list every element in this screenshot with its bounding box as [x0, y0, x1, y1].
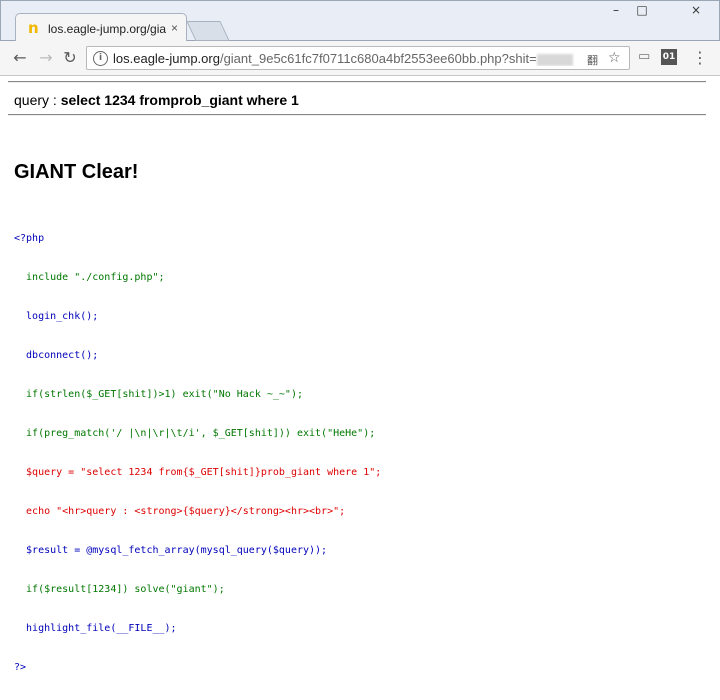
reload-button[interactable]: ↻	[60, 48, 80, 68]
info-icon[interactable]: i	[93, 51, 108, 66]
code-line: if(strlen($_GET[shit])>1) exit("No Hack …	[14, 389, 303, 400]
redacted-param	[536, 53, 573, 66]
code-line: $query = "select 1234 from{$_GET[shit]}p…	[14, 467, 382, 478]
url-path: /giant_9e5c61fc7f0711c680a4bf2553ee60bb.…	[219, 51, 537, 66]
address-bar[interactable]: i los.eagle-jump.org/giant_9e5c61fc7f071…	[86, 46, 630, 70]
close-window-button[interactable]: ×	[685, 3, 707, 19]
tab-close-icon[interactable]: ×	[171, 21, 178, 35]
query-label: query :	[14, 92, 61, 108]
page-content: query : select 1234 fromprob_giant where…	[0, 76, 720, 673]
url-host: los.eagle-jump.org	[113, 51, 220, 66]
code-line: include "./config.php";	[14, 272, 165, 283]
browser-toolbar: ← → ↻ i los.eagle-jump.org/giant_9e5c61f…	[0, 41, 720, 76]
code-line: if(preg_match('/ |\n|\r|\t/i', $_GET[shi…	[14, 428, 376, 439]
code-line: login_chk();	[14, 311, 99, 322]
source-code-block: <?php include "./config.php"; login_chk(…	[14, 206, 381, 700]
browser-tab[interactable]: n los.eagle-jump.org/giant ×	[15, 13, 187, 43]
code-line: dbconnect();	[14, 350, 99, 361]
query-value: select 1234 fromprob_giant where 1	[60, 92, 299, 108]
extension-icon[interactable]: ▭	[638, 49, 650, 64]
maximize-button[interactable]: □	[631, 3, 653, 19]
extension-01-icon[interactable]: 01	[661, 49, 677, 65]
tab-title: los.eagle-jump.org/giant	[48, 22, 166, 36]
menu-icon[interactable]: ⋮	[690, 48, 710, 68]
clear-heading: GIANT Clear!	[14, 161, 139, 183]
code-line: echo "<hr>query : <strong>{$query}</stro…	[14, 506, 346, 517]
title-bar: n los.eagle-jump.org/giant × – □ ×	[0, 0, 720, 43]
site-favicon-icon: n	[28, 19, 39, 37]
new-tab-button[interactable]	[186, 21, 230, 41]
code-line: $result = @mysql_fetch_array(mysql_query…	[14, 545, 328, 556]
back-button[interactable]: ←	[10, 48, 30, 68]
code-line: if($result[1234]) solve("giant");	[14, 584, 225, 595]
query-line: query : select 1234 fromprob_giant where…	[14, 92, 299, 108]
url-text: los.eagle-jump.org/giant_9e5c61fc7f0711c…	[113, 51, 613, 66]
code-line: ?>	[14, 662, 27, 673]
code-line: <?php	[14, 233, 45, 244]
translate-icon[interactable]: 翻	[587, 52, 598, 68]
code-line: highlight_file(__FILE__);	[14, 623, 177, 634]
minimize-button[interactable]: –	[605, 3, 627, 19]
top-divider	[8, 81, 706, 83]
bookmark-star-icon[interactable]: ☆	[608, 50, 621, 66]
bottom-divider	[8, 114, 706, 116]
forward-button[interactable]: →	[36, 48, 56, 68]
